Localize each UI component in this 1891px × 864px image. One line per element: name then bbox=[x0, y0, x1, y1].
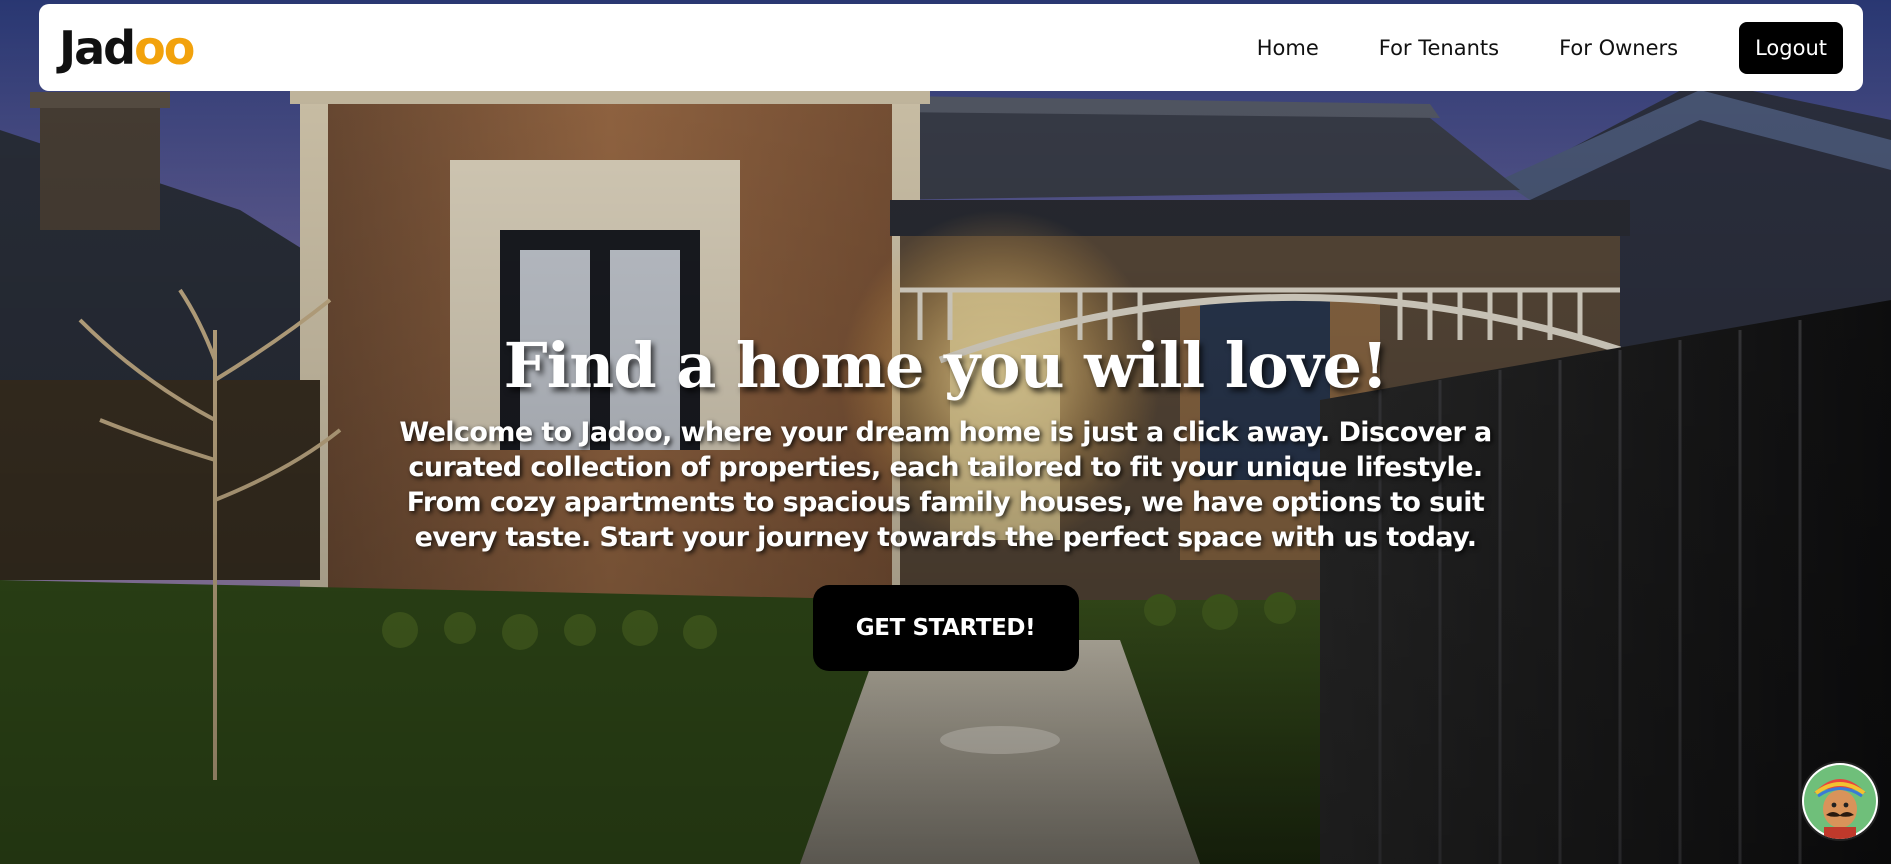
hero-section: Jad oo Home For Tenants For Owners Logout… bbox=[0, 0, 1891, 864]
hero-title: Find a home you will love! bbox=[503, 329, 1389, 402]
logout-button[interactable]: Logout bbox=[1739, 21, 1843, 74]
assistant-face-icon bbox=[1804, 765, 1876, 839]
nav-link-home[interactable]: Home bbox=[1257, 36, 1319, 60]
logo-text-prefix: Jad bbox=[59, 20, 136, 75]
logo-text-accent: oo bbox=[134, 20, 195, 75]
chat-assistant-avatar-icon[interactable] bbox=[1802, 763, 1878, 839]
top-navbar: Jad oo Home For Tenants For Owners Logout bbox=[39, 4, 1863, 91]
nav-link-for-tenants[interactable]: For Tenants bbox=[1379, 36, 1499, 60]
hero-content: Find a home you will love! Welcome to Ja… bbox=[0, 329, 1891, 672]
get-started-button[interactable]: GET STARTED! bbox=[812, 585, 1079, 672]
nav-link-for-owners[interactable]: For Owners bbox=[1559, 36, 1678, 60]
hero-description: Welcome to Jadoo, where your dream home … bbox=[399, 417, 1492, 554]
jadoo-logo[interactable]: Jad oo bbox=[59, 20, 195, 75]
nav-links: Home For Tenants For Owners bbox=[1257, 36, 1678, 60]
